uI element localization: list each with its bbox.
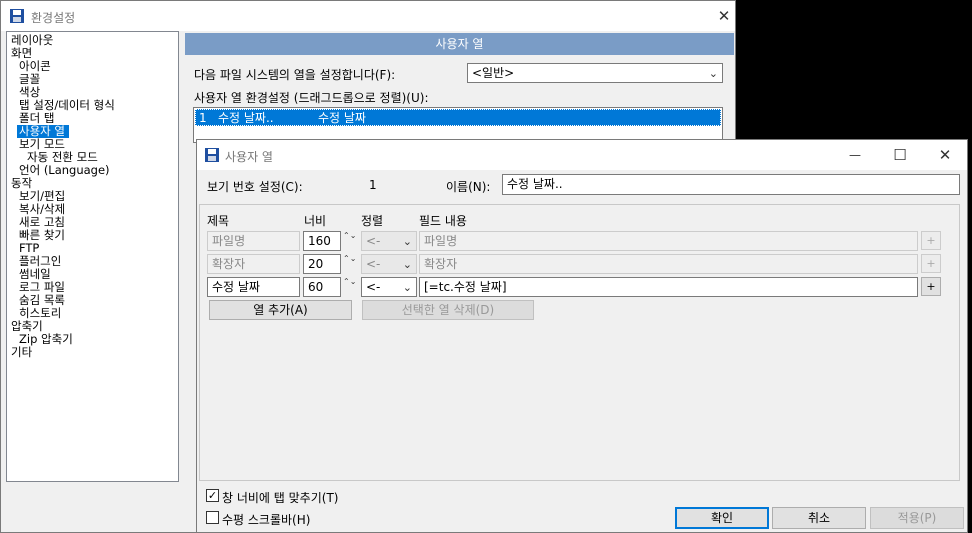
dialog-close-icon[interactable]: ✕ — [934, 144, 956, 166]
minimize-icon[interactable]: — — [844, 144, 866, 166]
column-settings-label: 사용자 열 환경설정 (드래그드롭으로 정렬)(U): — [194, 91, 429, 105]
header-align: 정렬 — [361, 214, 384, 228]
floppy-disk-icon — [204, 147, 220, 163]
column-number: 1 — [199, 111, 207, 125]
row-plus-button[interactable]: + — [921, 277, 941, 296]
name-label: 이름(N): — [446, 180, 491, 194]
row-title-field[interactable]: 파일명 — [207, 231, 300, 251]
row-align-select[interactable]: <- ⌄ — [361, 277, 417, 297]
hscroll-label: 수평 스크롤바(H) — [222, 513, 311, 527]
row-field-content[interactable]: 파일명 — [419, 231, 918, 251]
dialog-titlebar: 사용자 열 — ☐ ✕ — [197, 140, 967, 170]
view-number-value: 1 — [369, 178, 377, 192]
align-value: <- — [366, 257, 381, 271]
row-title-field[interactable]: 수정 날짜 — [207, 277, 300, 297]
header-field: 필드 내용 — [419, 214, 467, 228]
row-field-content[interactable]: [=tc.수정 날짜] — [419, 277, 918, 297]
filesystem-select-value: <일반> — [472, 66, 515, 80]
row-field-content[interactable]: 확장자 — [419, 254, 918, 274]
row-width-field[interactable]: 20 — [303, 254, 341, 274]
align-value: <- — [366, 234, 381, 248]
view-number-label: 보기 번호 설정(C): — [207, 180, 303, 194]
column-list[interactable]: 1 수정 날짜.. 수정 날짜 — [193, 107, 723, 143]
apply-button[interactable]: 적용(P) — [870, 507, 964, 529]
floppy-disk-icon — [9, 8, 25, 24]
maximize-icon[interactable]: ☐ — [889, 144, 911, 166]
row-plus-button[interactable]: + — [921, 231, 941, 250]
chevron-down-icon: ⌄ — [708, 67, 718, 80]
hscroll-checkbox[interactable] — [206, 511, 219, 524]
row-width-field[interactable]: 60 — [303, 277, 341, 297]
column-name: 수정 날짜.. — [218, 111, 274, 125]
chevron-down-icon: ⌄ — [402, 281, 412, 294]
chevron-down-icon: ⌄ — [402, 235, 412, 248]
fit-tab-checkbox[interactable]: ✓ — [206, 489, 219, 502]
spin-arrows-icon[interactable]: ⌃⌄ — [343, 231, 356, 251]
list-item[interactable]: 1 수정 날짜.. 수정 날짜 — [195, 109, 721, 126]
settings-titlebar: 환경설정 ✕ — [1, 1, 735, 31]
delete-column-button[interactable]: 선택한 열 삭제(D) — [362, 300, 534, 320]
category-tree[interactable]: 레이아웃 화면 아이콘 글꼴 색상 탭 설정/데이터 형식 폴더 탭 사용자 열 보기 모드 자동… — [6, 31, 179, 482]
dialog-title: 사용자 열 — [225, 150, 273, 164]
settings-title: 환경설정 — [31, 11, 76, 25]
filesystem-select[interactable]: <일반> ⌄ — [467, 63, 723, 83]
spin-arrows-icon[interactable]: ⌃⌄ — [343, 277, 356, 297]
header-title: 제목 — [207, 214, 230, 228]
row-plus-button[interactable]: + — [921, 254, 941, 273]
row-title-field[interactable]: 확장자 — [207, 254, 300, 274]
name-input[interactable]: 수정 날짜.. — [502, 174, 960, 195]
add-column-button[interactable]: 열 추가(A) — [209, 300, 352, 320]
filesystem-label: 다음 파일 시스템의 열을 설정합니다(F): — [194, 68, 396, 82]
row-align-select[interactable]: <- ⌄ — [361, 231, 417, 251]
settings-close-icon[interactable]: ✕ — [713, 5, 735, 27]
tree-item[interactable]: 기타 — [9, 346, 36, 359]
chevron-down-icon: ⌄ — [402, 258, 412, 271]
section-header: 사용자 열 — [185, 33, 734, 55]
ok-button[interactable]: 확인 — [675, 507, 769, 529]
align-value: <- — [366, 280, 381, 294]
column-field: 수정 날짜 — [318, 111, 366, 125]
cancel-button[interactable]: 취소 — [772, 507, 866, 529]
row-width-field[interactable]: 160 — [303, 231, 341, 251]
fit-tab-label: 창 너비에 탭 맞추기(T) — [222, 491, 339, 505]
row-align-select[interactable]: <- ⌄ — [361, 254, 417, 274]
spin-arrows-icon[interactable]: ⌃⌄ — [343, 254, 356, 274]
header-width: 너비 — [304, 214, 327, 228]
